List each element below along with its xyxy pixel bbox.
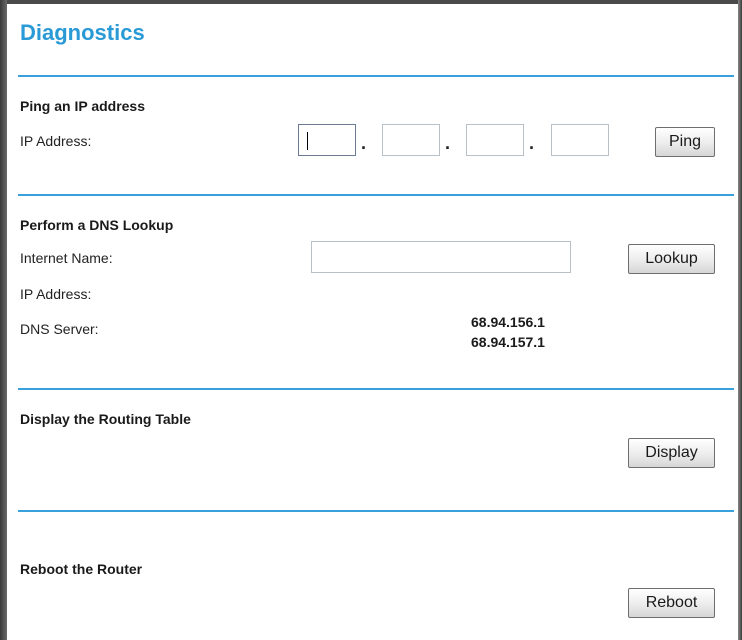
ping-heading: Ping an IP address <box>20 98 146 114</box>
section-divider-dns <box>18 194 734 196</box>
ip-separator-3: . <box>529 133 535 153</box>
reboot-heading: Reboot the Router <box>20 561 143 577</box>
page-title: Diagnostics <box>20 20 145 45</box>
routing-heading: Display the Routing Table <box>20 411 191 427</box>
section-divider-reboot <box>18 510 734 512</box>
diagnostics-window: Diagnostics Ping an IP address IP Addres… <box>0 0 742 640</box>
ping-ip-octet-4[interactable] <box>551 124 609 156</box>
dns-server-secondary: 68.94.157.1 <box>471 334 545 350</box>
dns-server-label: DNS Server: <box>20 321 99 337</box>
internet-name-label: Internet Name: <box>20 250 113 266</box>
section-divider-routing <box>18 388 734 390</box>
ping-ip-label: IP Address: <box>20 133 92 149</box>
dns-heading: Perform a DNS Lookup <box>20 217 174 233</box>
ip-separator-2: . <box>445 133 451 153</box>
ping-ip-octet-1[interactable] <box>298 124 356 156</box>
display-button[interactable]: Display <box>628 438 715 468</box>
ping-ip-octet-3[interactable] <box>466 124 524 156</box>
ping-ip-octet-2[interactable] <box>382 124 440 156</box>
window-left-border <box>0 0 7 640</box>
ip-separator-1: . <box>361 133 367 153</box>
window-right-border <box>738 0 742 640</box>
reboot-button[interactable]: Reboot <box>628 588 715 618</box>
text-caret <box>307 132 308 150</box>
internet-name-input[interactable] <box>311 241 571 273</box>
ping-button[interactable]: Ping <box>655 127 715 157</box>
lookup-button[interactable]: Lookup <box>628 244 715 274</box>
section-divider-ping <box>18 75 734 77</box>
dns-server-primary: 68.94.156.1 <box>471 314 545 330</box>
dns-ip-label: IP Address: <box>20 286 92 302</box>
window-top-border <box>0 0 742 4</box>
